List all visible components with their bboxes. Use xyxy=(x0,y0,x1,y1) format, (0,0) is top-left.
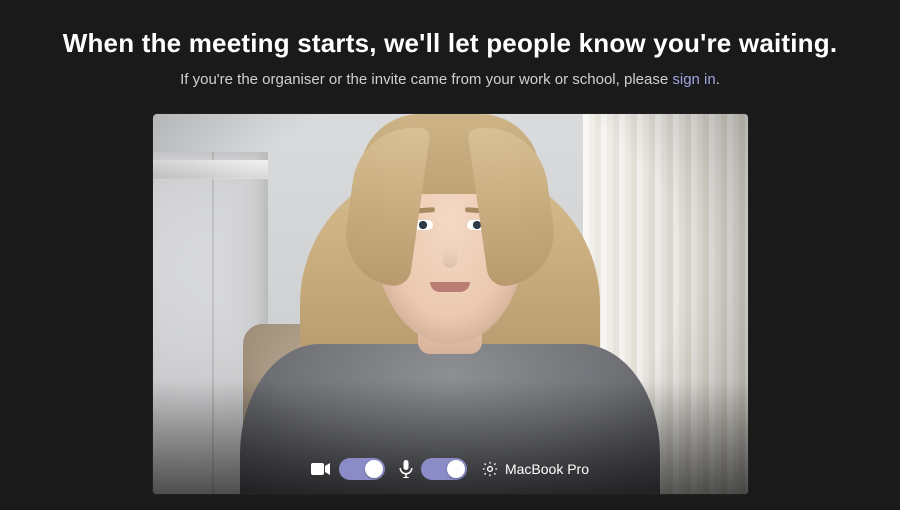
camera-toggle[interactable] xyxy=(339,458,385,480)
subline-prefix: If you're the organiser or the invite ca… xyxy=(180,71,672,88)
gear-icon xyxy=(481,460,499,478)
subline-suffix: . xyxy=(716,71,720,88)
waiting-headline: When the meeting starts, we'll let peopl… xyxy=(63,28,838,59)
preview-controls: MacBook Pro xyxy=(153,458,748,480)
camera-icon xyxy=(311,462,331,476)
pre-join-screen: When the meeting starts, we'll let peopl… xyxy=(0,0,900,510)
mic-control xyxy=(399,458,467,480)
camera-control xyxy=(311,458,385,480)
camera-preview-image xyxy=(153,114,748,494)
device-settings-button[interactable]: MacBook Pro xyxy=(481,460,589,478)
camera-preview: MacBook Pro xyxy=(153,114,748,494)
mic-toggle[interactable] xyxy=(421,458,467,480)
device-label: MacBook Pro xyxy=(505,461,589,477)
waiting-subline: If you're the organiser or the invite ca… xyxy=(180,71,720,88)
microphone-icon xyxy=(399,460,413,478)
sign-in-link[interactable]: sign in xyxy=(672,71,715,88)
